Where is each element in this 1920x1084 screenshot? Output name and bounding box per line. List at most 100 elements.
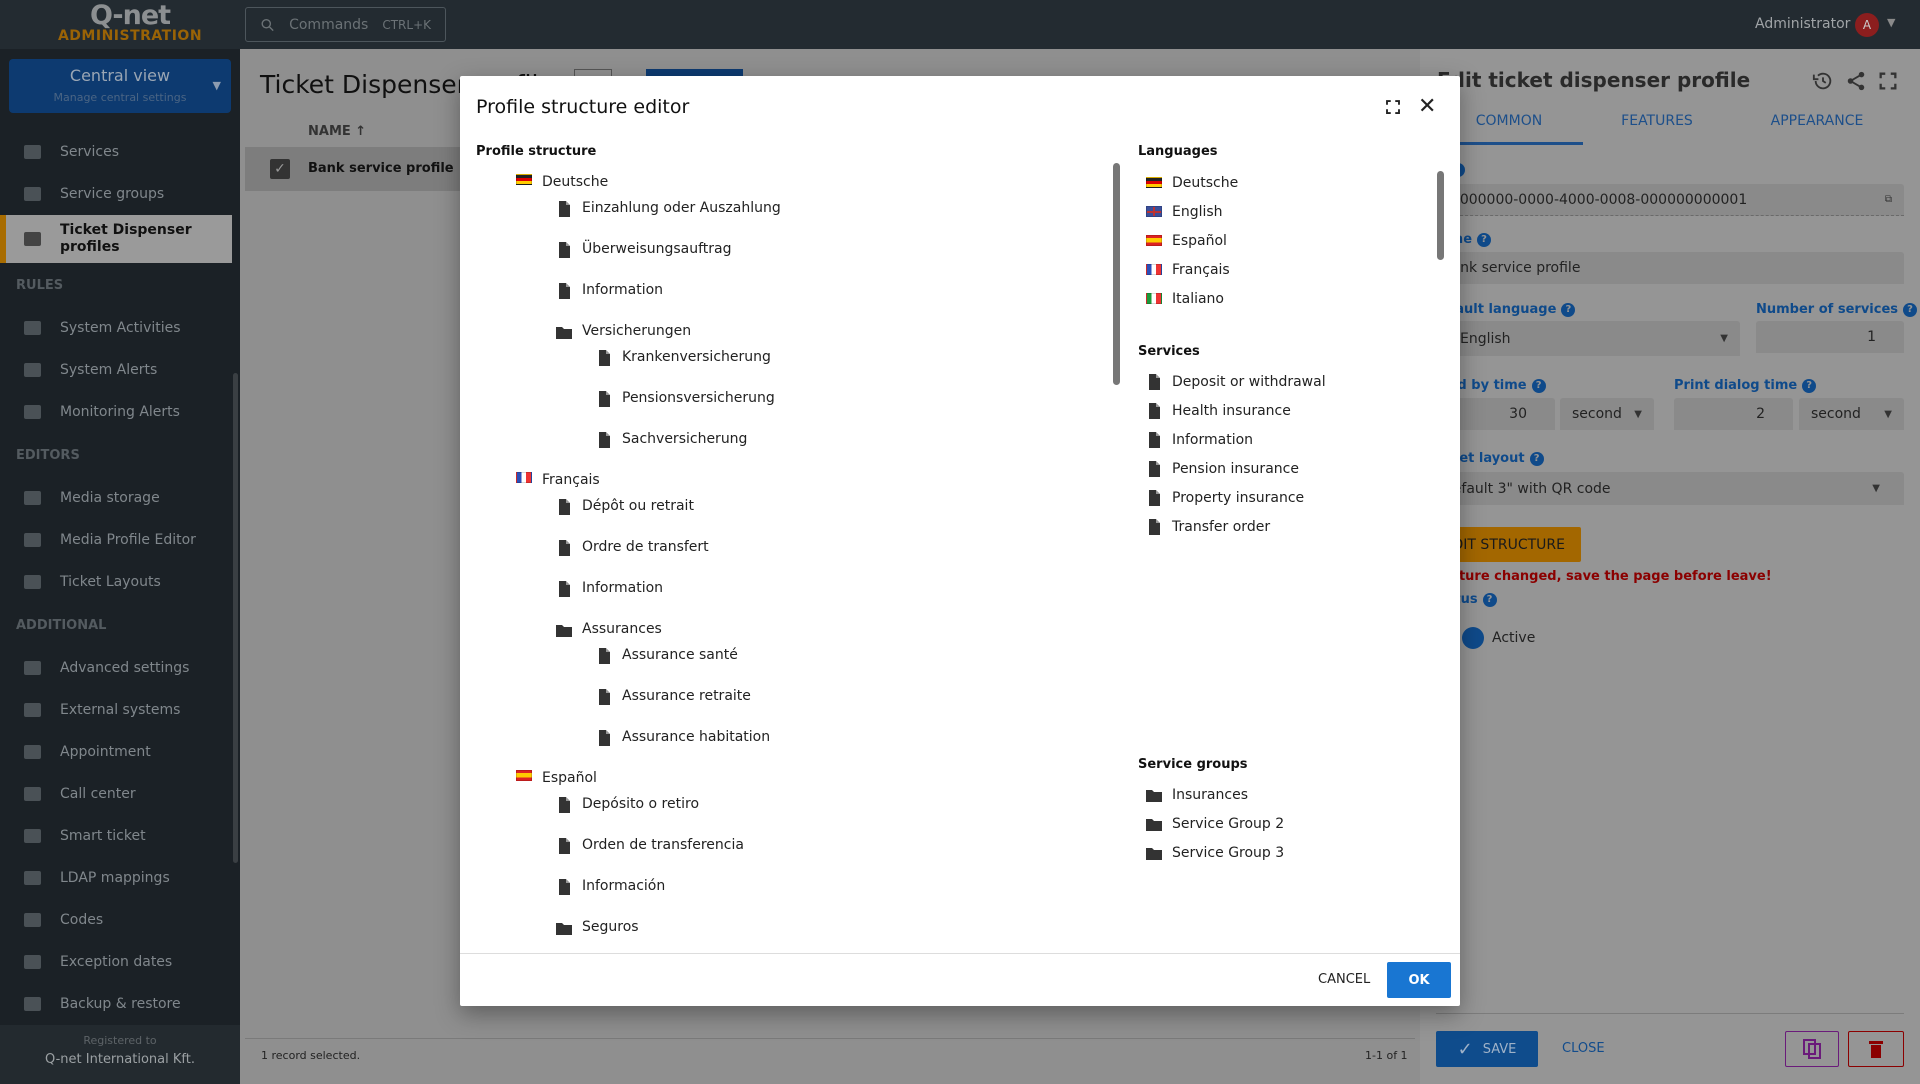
share-icon[interactable] bbox=[1845, 70, 1867, 92]
palette-service-item[interactable]: Property insurance bbox=[1138, 483, 1438, 512]
tree-service-node[interactable]: Información bbox=[516, 878, 1116, 919]
copy-icon[interactable]: ⧉ bbox=[1885, 194, 1892, 205]
sidebar-item-advanced-settings[interactable]: Advanced settings bbox=[0, 647, 232, 689]
sidebar-item-ticket-dispenser-profiles[interactable]: Ticket Dispenser profiles bbox=[0, 215, 232, 263]
tree-node-label: Information bbox=[582, 580, 664, 596]
name-input[interactable]: Bank service profile bbox=[1430, 252, 1904, 284]
fullscreen-icon[interactable] bbox=[1384, 98, 1402, 116]
fullscreen-icon[interactable] bbox=[1877, 70, 1899, 92]
help-icon[interactable]: ? bbox=[1802, 379, 1817, 393]
tree-service-node[interactable]: Information bbox=[516, 282, 1116, 323]
sidebar-item-media-profile-editor[interactable]: Media Profile Editor bbox=[0, 519, 232, 561]
help-icon[interactable]: ? bbox=[1529, 452, 1544, 466]
sidebar-item-codes[interactable]: Codes bbox=[0, 899, 232, 941]
tree-language-node[interactable]: Français bbox=[516, 472, 1116, 498]
trash-icon bbox=[1869, 1041, 1883, 1058]
palette-service-item[interactable]: Deposit or withdrawal bbox=[1138, 367, 1438, 396]
sidebar-item-exception-dates[interactable]: Exception dates bbox=[0, 941, 232, 983]
tree-group-node[interactable]: Versicherungen bbox=[516, 323, 1116, 349]
service-label: Deposit or withdrawal bbox=[1172, 373, 1326, 390]
status-toggle[interactable] bbox=[1462, 627, 1484, 649]
tree-service-node[interactable]: Ordre de transfert bbox=[516, 539, 1116, 580]
tab-appearance[interactable]: APPEARANCE bbox=[1737, 113, 1897, 129]
sidebar-item-ticket-layouts[interactable]: Ticket Layouts bbox=[0, 561, 232, 603]
help-icon[interactable]: ? bbox=[1561, 303, 1576, 317]
duplicate-button[interactable] bbox=[1785, 1031, 1839, 1067]
print-dialog-time-input[interactable]: 2 bbox=[1674, 398, 1793, 430]
tree-group-node[interactable]: Assurances bbox=[516, 621, 1116, 647]
palette-group-item[interactable]: Service Group 3 bbox=[1138, 838, 1438, 867]
sidebar-item-media-storage[interactable]: Media storage bbox=[0, 477, 232, 519]
save-button[interactable]: ✓ SAVE bbox=[1436, 1031, 1538, 1067]
palette-language-item[interactable]: English bbox=[1138, 197, 1438, 226]
tree-language-node[interactable]: Deutsche bbox=[516, 174, 1116, 200]
column-header-name[interactable]: NAME ↑ bbox=[308, 124, 366, 139]
sidebar-item-ldap-mappings[interactable]: LDAP mappings bbox=[0, 857, 232, 899]
sidebar-item-services[interactable]: Services bbox=[0, 131, 232, 173]
row-checkbox[interactable]: ✓ bbox=[270, 159, 290, 179]
ticket-layout-select[interactable]: Default 3" with QR code ▼ bbox=[1430, 472, 1904, 505]
flag-fr-icon bbox=[516, 472, 532, 483]
palette-language-item[interactable]: Español bbox=[1138, 226, 1438, 255]
gears-icon bbox=[24, 661, 41, 675]
tree-service-node[interactable]: Pensionsversicherung bbox=[516, 390, 1116, 431]
caret-down-icon: ▼ bbox=[1634, 408, 1642, 420]
tree-service-node[interactable]: Assurance habitation bbox=[516, 729, 1116, 770]
palette-language-item[interactable]: Italiano bbox=[1138, 284, 1438, 313]
ok-button[interactable]: OK bbox=[1387, 962, 1451, 998]
delete-button[interactable] bbox=[1848, 1031, 1904, 1067]
tree-service-node[interactable]: Depósito o retiro bbox=[516, 796, 1116, 837]
sidebar-item-backup-restore[interactable]: Backup & restore bbox=[0, 983, 232, 1025]
tree-service-node[interactable]: Assurance retraite bbox=[516, 688, 1116, 729]
sidebar-item-smart-ticket[interactable]: Smart ticket bbox=[0, 815, 232, 857]
tree-scrollbar[interactable] bbox=[1113, 163, 1120, 385]
sidebar-item-label: Media Profile Editor bbox=[60, 532, 196, 548]
palette-service-item[interactable]: Information bbox=[1138, 425, 1438, 454]
tree-language-node[interactable]: Español bbox=[516, 770, 1116, 796]
sidebar-item-appointment[interactable]: Appointment bbox=[0, 731, 232, 773]
help-icon[interactable]: ? bbox=[1531, 379, 1546, 393]
tree-service-node[interactable]: Einzahlung oder Auszahlung bbox=[516, 200, 1116, 241]
print-dialog-time-unit-select[interactable]: second ▼ bbox=[1799, 398, 1904, 430]
send-by-time-unit-select[interactable]: second ▼ bbox=[1560, 398, 1654, 430]
sidebar-item-external-systems[interactable]: External systems bbox=[0, 689, 232, 731]
tree-service-node[interactable]: Dépôt ou retrait bbox=[516, 498, 1116, 539]
close-button[interactable]: CLOSE bbox=[1562, 1041, 1605, 1056]
tree-service-node[interactable]: Überweisungsauftrag bbox=[516, 241, 1116, 282]
palette-group-item[interactable]: Insurances bbox=[1138, 780, 1438, 809]
palette-language-item[interactable]: Deutsche bbox=[1138, 168, 1438, 197]
user-name[interactable]: Administrator bbox=[1755, 16, 1850, 32]
sidebar-scrollbar[interactable] bbox=[233, 373, 238, 863]
tab-features[interactable]: FEATURES bbox=[1577, 113, 1737, 129]
close-icon[interactable]: ✕ bbox=[1418, 94, 1436, 119]
sidebar-item-service-groups[interactable]: Service groups bbox=[0, 173, 232, 215]
tree-service-node[interactable]: Assurance santé bbox=[516, 647, 1116, 688]
cancel-button[interactable]: CANCEL bbox=[1318, 972, 1370, 987]
central-view-selector[interactable]: Central view Manage central settings ▼ bbox=[9, 59, 231, 113]
palette-scrollbar[interactable] bbox=[1437, 171, 1444, 260]
tree-service-node[interactable]: Information bbox=[516, 580, 1116, 621]
avatar[interactable]: A bbox=[1855, 13, 1879, 37]
tree-service-node[interactable]: Orden de transferencia bbox=[516, 837, 1116, 878]
chevron-down-icon[interactable]: ▼ bbox=[1887, 16, 1895, 29]
sidebar-item-call-center[interactable]: Call center bbox=[0, 773, 232, 815]
history-icon[interactable] bbox=[1812, 70, 1834, 92]
palette-language-item[interactable]: Français bbox=[1138, 255, 1438, 284]
file-icon bbox=[1149, 490, 1160, 506]
help-icon[interactable]: ? bbox=[1477, 233, 1492, 247]
tree-service-node[interactable]: Sachversicherung bbox=[516, 431, 1116, 472]
tree-service-node[interactable]: Krankenversicherung bbox=[516, 349, 1116, 390]
palette-group-item[interactable]: Service Group 2 bbox=[1138, 809, 1438, 838]
palette-service-item[interactable]: Pension insurance bbox=[1138, 454, 1438, 483]
commands-search[interactable]: Commands CTRL+K bbox=[245, 7, 446, 42]
palette-service-item[interactable]: Health insurance bbox=[1138, 396, 1438, 425]
sidebar-item-system-alerts[interactable]: System Alerts bbox=[0, 349, 232, 391]
sidebar-item-system-activities[interactable]: System Activities bbox=[0, 307, 232, 349]
default-language-select[interactable]: English ▼ bbox=[1430, 321, 1740, 356]
number-of-services-input[interactable]: 1 bbox=[1756, 321, 1904, 353]
help-icon[interactable]: ? bbox=[1482, 593, 1497, 607]
sidebar-item-monitoring-alerts[interactable]: Monitoring Alerts bbox=[0, 391, 232, 433]
help-icon[interactable]: ? bbox=[1903, 303, 1918, 317]
label-icon bbox=[24, 145, 41, 159]
palette-service-item[interactable]: Transfer order bbox=[1138, 512, 1438, 541]
